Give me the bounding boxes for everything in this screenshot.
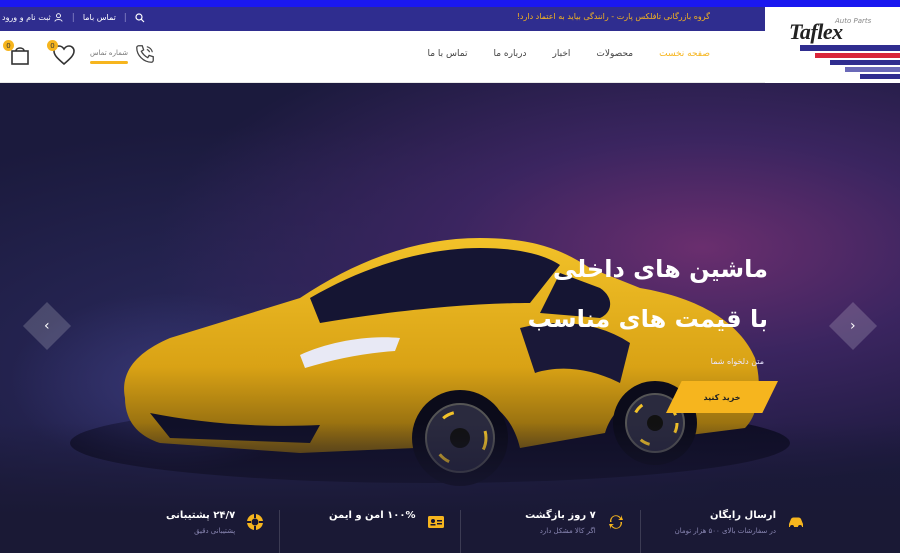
cart-button[interactable]: 0 <box>3 40 34 71</box>
login-label: ثبت نام و ورود <box>2 13 51 22</box>
hero-slider: ماشین های داخلی با قیمت های مناسب متن دل… <box>0 83 900 553</box>
phone-label: شماره تماس <box>90 48 128 57</box>
phone-contact[interactable]: شماره تماس <box>90 43 156 69</box>
nav-item-home[interactable]: صفحه نخست <box>659 49 710 59</box>
logo[interactable]: Taflex Auto Parts <box>765 7 900 83</box>
user-icon <box>53 12 64 23</box>
phone-number-bar <box>90 60 128 64</box>
feature-item: ۷ روز بازگشت اگر کالا مشکل دارد <box>459 510 640 553</box>
feature-subtitle: اگر کالا مشکل دارد <box>539 527 596 535</box>
nav-item-contact[interactable]: تماس با ما <box>427 49 467 59</box>
feature-item: ۲۴/۷ پشتیبانی پشتیبانی دقیق <box>100 510 279 553</box>
id-card-icon <box>427 516 444 528</box>
hero-title-line2: با قیمت های مناسب <box>527 305 768 333</box>
logo-stripes-decoration <box>800 45 900 79</box>
divider: | <box>123 12 127 23</box>
phone-text: شماره تماس <box>90 49 128 64</box>
car-icon <box>789 517 803 529</box>
cart-count-badge: 0 <box>3 40 14 51</box>
nav-item-about[interactable]: درباره ما <box>493 49 526 59</box>
feature-item: ۱۰۰% امن و ایمن <box>279 510 459 553</box>
wishlist-button[interactable]: 0 <box>47 40 78 71</box>
wishlist-count-badge: 0 <box>47 40 58 51</box>
login-link[interactable]: ثبت نام و ورود <box>2 12 64 23</box>
feature-title: ۷ روز بازگشت <box>525 510 596 521</box>
feature-item: ارسال رایگان در سفارشات بالای ۵۰۰ هزار ت… <box>639 510 820 553</box>
refresh-icon <box>608 515 623 529</box>
main-nav: صفحه نخست محصولات اخبار درباره ما تماس ب… <box>427 49 710 59</box>
shop-now-button[interactable]: خرید کنید <box>666 381 778 413</box>
hero-title-line1: ماشین های داخلی <box>552 255 768 283</box>
feature-title: ۲۴/۷ پشتیبانی <box>165 510 236 521</box>
search-icon[interactable] <box>135 12 146 23</box>
contact-link[interactable]: تماس باما <box>83 13 116 22</box>
hero-subtitle: متن دلخواه شما <box>710 357 764 366</box>
slogan: گروه بازرگانی تافلکس پارت - رانندگی بیای… <box>516 12 710 21</box>
divider: | <box>71 12 75 23</box>
chevron-left-icon: ‹ <box>44 317 50 334</box>
phone-icon <box>134 43 156 69</box>
top-links: | تماس باما | ثبت نام و ورود <box>2 12 146 23</box>
feature-title: ۱۰۰% امن و ایمن <box>328 510 416 521</box>
chevron-right-icon: › <box>850 317 856 334</box>
features-strip: ارسال رایگان در سفارشات بالای ۵۰۰ هزار ت… <box>100 510 820 553</box>
nav-item-products[interactable]: محصولات <box>596 49 633 59</box>
feature-subtitle: پشتیبانی دقیق <box>194 527 236 535</box>
feature-title: ارسال رایگان <box>710 510 776 521</box>
lifebuoy-icon <box>247 514 264 530</box>
header: صفحه نخست محصولات اخبار درباره ما تماس ب… <box>0 31 765 83</box>
logo-subtext: Auto Parts <box>835 17 872 25</box>
nav-item-news[interactable]: اخبار <box>553 49 571 59</box>
feature-subtitle: در سفارشات بالای ۵۰۰ هزار تومان <box>674 527 776 535</box>
